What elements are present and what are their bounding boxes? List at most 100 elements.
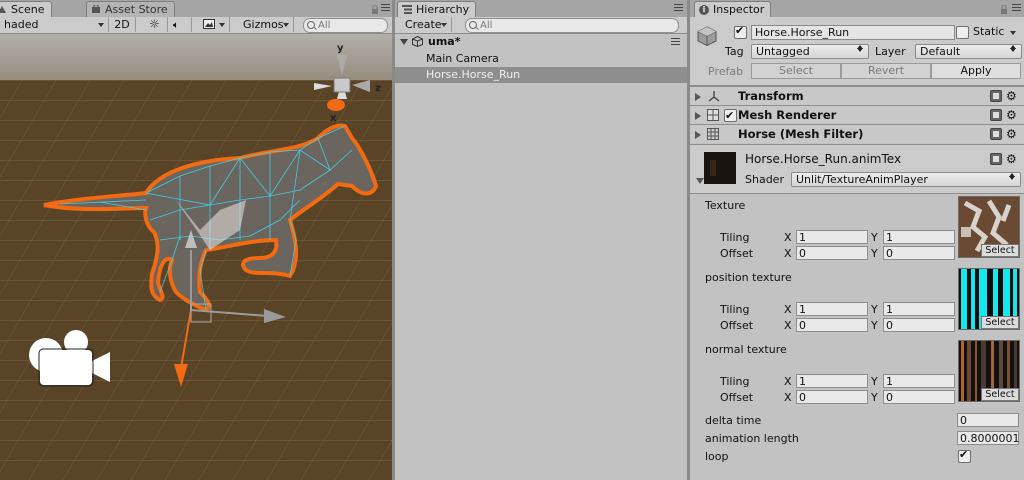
offset-y-field[interactable]: 0 <box>883 246 955 260</box>
axis-x-label: X <box>784 319 792 332</box>
animation-length-field[interactable]: 0.8000001 <box>957 431 1020 445</box>
gear-icon[interactable]: ⚙ <box>1006 90 1018 102</box>
material-actions: ⚙ <box>990 153 1020 165</box>
tiling-y-value: 1 <box>886 303 893 316</box>
hierarchy-panel: Hierarchy Create All uma* Main Camera Ho… <box>395 0 687 480</box>
gizmo-cone-x <box>327 99 345 111</box>
shading-mode-dropdown[interactable]: haded <box>0 17 109 32</box>
foldout-arrow-icon[interactable] <box>695 131 701 139</box>
prefab-label: Prefab <box>708 65 744 78</box>
offset-x-field[interactable]: 0 <box>796 246 868 260</box>
prefab-select-button[interactable]: Select <box>751 63 841 79</box>
offset-x-field[interactable]: 0 <box>796 318 868 332</box>
axis-x-label: X <box>784 247 792 260</box>
hierarchy-toolbar: Create All <box>395 17 687 34</box>
gear-icon[interactable]: ⚙ <box>1006 153 1018 165</box>
texture-label: Texture <box>705 199 746 212</box>
tab-hierarchy[interactable]: Hierarchy <box>397 1 477 18</box>
texture-property: Texture Tiling X 1 Y 1 Offset X 0 Y 0 Se… <box>690 194 1024 264</box>
create-dropdown[interactable]: Create <box>401 17 452 32</box>
shader-dropdown[interactable]: Unlit/TextureAnimPlayer <box>791 172 1021 187</box>
shader-value: Unlit/TextureAnimPlayer <box>796 173 928 186</box>
tiling-y-field[interactable]: 1 <box>883 302 955 316</box>
offset-y-value: 0 <box>886 247 893 260</box>
prefab-revert-button[interactable]: Revert <box>841 63 931 79</box>
asset-store-icon <box>92 5 100 13</box>
prefab-apply-button[interactable]: Apply <box>931 63 1021 79</box>
tag-dropdown[interactable]: Untagged <box>751 44 869 59</box>
foldout-arrow-icon[interactable] <box>695 93 701 101</box>
scene-menu-icon[interactable] <box>381 4 390 11</box>
texture-select-button[interactable]: Select <box>981 316 1019 329</box>
gear-icon[interactable]: ⚙ <box>1006 109 1018 121</box>
scene-row-menu-icon[interactable] <box>671 38 680 45</box>
help-icon[interactable] <box>990 153 1002 165</box>
expand-arrow-icon[interactable] <box>400 39 408 45</box>
gear-icon[interactable]: ⚙ <box>1006 128 1018 140</box>
tiling-x-field[interactable]: 1 <box>796 302 868 316</box>
effects-dropdown[interactable] <box>199 17 230 32</box>
component-title: Horse (Mesh Filter) <box>738 127 864 141</box>
material-preview-icon[interactable] <box>704 152 736 184</box>
tiling-x-value: 1 <box>799 375 806 388</box>
hierarchy-scene-row[interactable]: uma* <box>395 34 687 50</box>
static-checkbox[interactable] <box>956 26 969 39</box>
tab-inspector-label: Inspector <box>713 3 765 16</box>
component-mesh-renderer[interactable]: Mesh Renderer ⚙ <box>690 105 1024 125</box>
tiling-x-field[interactable]: 1 <box>796 374 868 388</box>
object-name-field[interactable]: Horse.Horse_Run <box>751 25 955 40</box>
tab-scene[interactable]: Scene <box>0 1 52 18</box>
inspector-menu-icon[interactable] <box>1012 4 1021 11</box>
delta-time-field[interactable]: 0 <box>957 413 1019 427</box>
scene-viewport[interactable]: y z x <box>0 34 392 480</box>
tab-inspector[interactable]: i Inspector <box>694 1 772 18</box>
help-icon[interactable] <box>990 128 1002 140</box>
scene-search-input[interactable]: All <box>303 18 388 33</box>
scene-lock-icon[interactable] <box>371 4 380 14</box>
mesh-filter-icon <box>707 128 719 140</box>
lighting-toggle-button[interactable]: ☼ <box>145 17 168 32</box>
help-icon[interactable] <box>990 109 1002 121</box>
offset-x-value: 0 <box>799 391 806 404</box>
tiling-label: Tiling <box>720 375 750 388</box>
active-checkbox[interactable] <box>734 24 747 39</box>
gizmos-dropdown[interactable]: Gizmos <box>239 17 294 32</box>
tiling-label: Tiling <box>720 231 750 244</box>
hierarchy-search-placeholder: All <box>480 20 493 31</box>
offset-y-field[interactable]: 0 <box>883 390 955 404</box>
tiling-y-field[interactable]: 1 <box>883 374 955 388</box>
tiling-x-field[interactable]: 1 <box>796 230 868 244</box>
2d-toggle-button[interactable]: 2D <box>109 17 136 32</box>
layer-label: Layer <box>875 45 906 58</box>
texture-select-button[interactable]: Select <box>981 244 1019 257</box>
texture-slot[interactable]: Select <box>958 196 1020 258</box>
foldout-arrow-icon[interactable] <box>695 112 701 120</box>
texture-slot[interactable]: Select <box>958 340 1020 402</box>
component-mesh-filter[interactable]: Horse (Mesh Filter) ⚙ <box>690 124 1024 143</box>
search-icon <box>307 21 315 29</box>
texture-slot[interactable]: Select <box>958 268 1020 330</box>
offset-y-field[interactable]: 0 <box>883 318 955 332</box>
help-icon[interactable] <box>990 90 1002 102</box>
layer-dropdown[interactable]: Default <box>915 44 1022 59</box>
tiling-y-field[interactable]: 1 <box>883 230 955 244</box>
loop-checkbox[interactable] <box>958 448 971 463</box>
scene-panel: Scene Asset Store haded 2D ☼ 🔈︎ Gizmos A… <box>0 0 392 480</box>
hierarchy-item-horse[interactable]: Horse.Horse_Run <box>395 67 687 83</box>
tab-asset-store[interactable]: Asset Store <box>86 1 175 18</box>
loop-label: loop <box>705 450 729 463</box>
hierarchy-menu-icon[interactable] <box>674 4 683 11</box>
component-actions: ⚙ <box>990 109 1020 121</box>
texture-select-button[interactable]: Select <box>981 388 1019 401</box>
inspector-lock-icon[interactable] <box>1000 4 1009 14</box>
offset-x-field[interactable]: 0 <box>796 390 868 404</box>
material-foldout-icon[interactable] <box>696 178 704 184</box>
mesh-renderer-enabled-checkbox[interactable] <box>724 107 737 125</box>
hierarchy-item-main-camera[interactable]: Main Camera <box>395 51 687 67</box>
select-label: Select <box>985 389 1015 400</box>
component-transform[interactable]: Transform ⚙ <box>690 86 1024 105</box>
audio-toggle-button[interactable]: 🔈︎ <box>169 17 192 32</box>
static-dropdown[interactable] <box>1008 25 1020 38</box>
tab-hierarchy-label: Hierarchy <box>416 3 470 16</box>
hierarchy-search-input[interactable]: All <box>465 18 679 33</box>
